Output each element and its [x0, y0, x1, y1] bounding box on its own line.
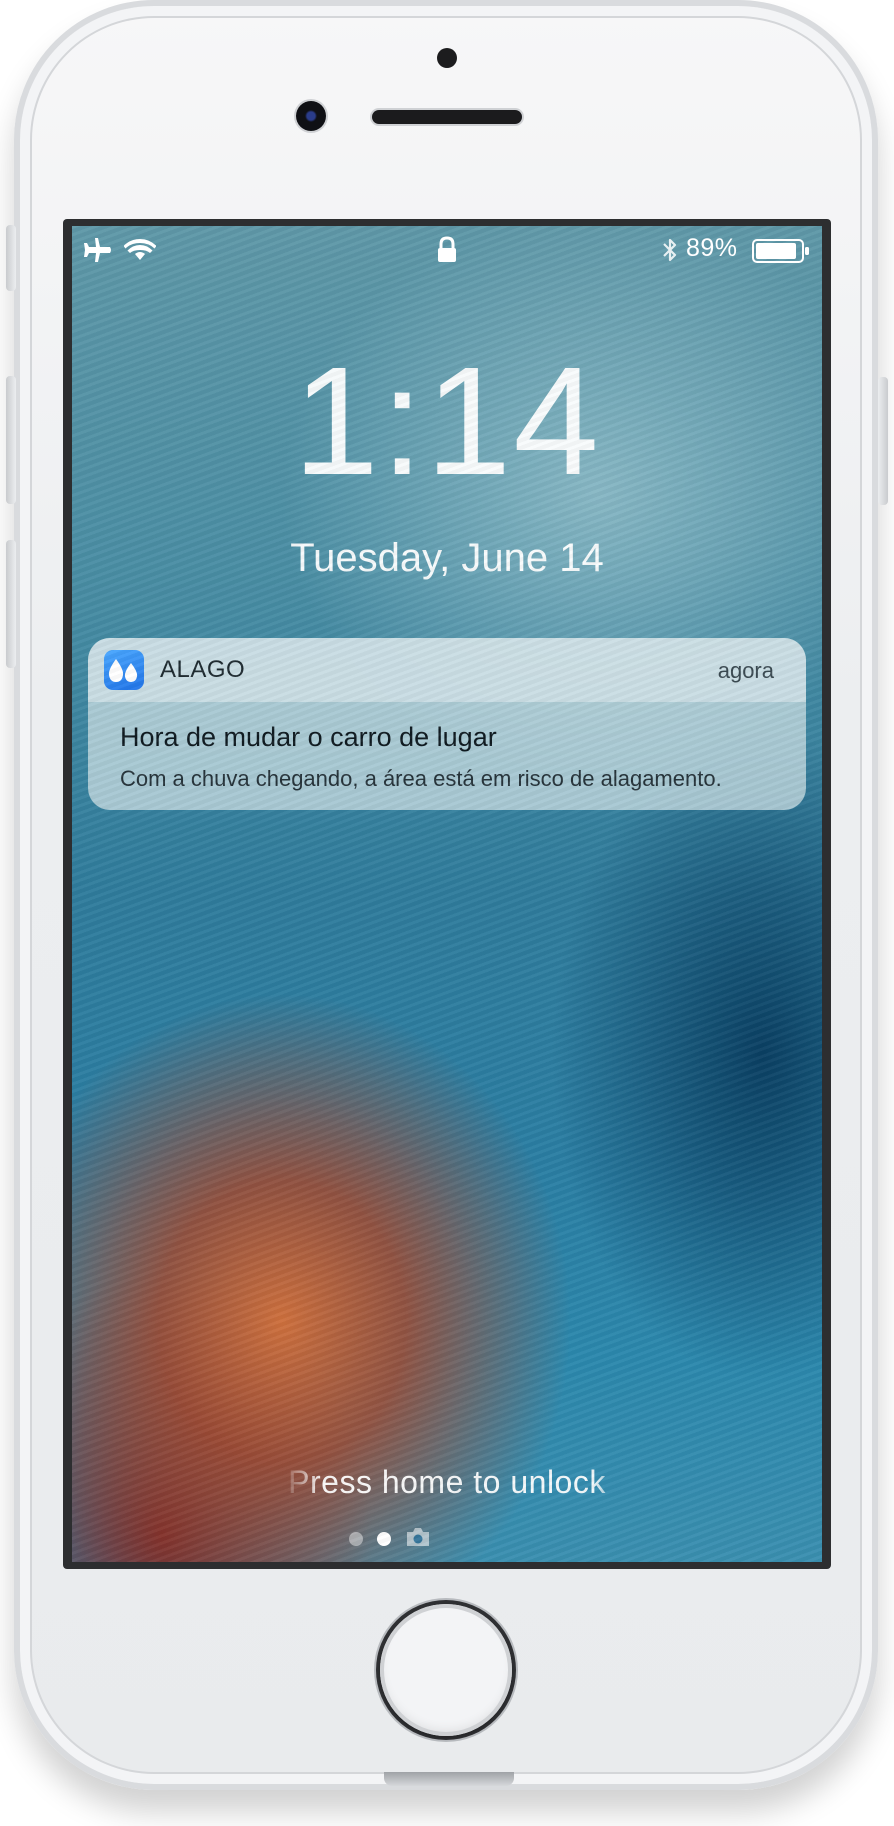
notification-app-name: ALAGO — [160, 656, 246, 683]
battery-icon — [752, 239, 809, 263]
proximity-sensor — [437, 48, 457, 68]
bottom-port — [384, 1772, 514, 1786]
lock-screen[interactable]: 89% 1:14 Tuesday, June 14 ALAGO agora Ho… — [72, 226, 822, 1562]
battery-percent: 89% — [686, 234, 738, 262]
home-button[interactable] — [380, 1604, 512, 1736]
front-camera — [296, 101, 326, 131]
page-dot — [349, 1532, 363, 1546]
airplane-icon — [84, 238, 111, 262]
status-bar: 89% — [72, 226, 822, 270]
notification-card[interactable]: ALAGO agora Hora de mudar o carro de lug… — [88, 638, 806, 810]
volume-up-button — [6, 376, 16, 504]
lock-screen-date: Tuesday, June 14 — [290, 536, 604, 580]
wifi-icon — [124, 239, 156, 260]
unlock-hint: Press home to unlock — [288, 1464, 606, 1500]
camera-icon[interactable] — [405, 1526, 431, 1548]
mute-switch — [6, 225, 16, 291]
notification-title: Hora de mudar o carro de lugar — [120, 722, 497, 752]
earpiece-speaker — [372, 110, 522, 124]
lock-screen-time: 1:14 — [293, 335, 601, 507]
notification-body: Com a chuva chegando, a área está em ris… — [120, 766, 722, 791]
lock-icon — [438, 236, 456, 262]
page-dot-active — [377, 1532, 391, 1546]
volume-down-button — [6, 540, 16, 668]
power-button — [878, 377, 888, 505]
water-drops-icon — [104, 650, 144, 690]
bluetooth-icon — [663, 238, 677, 262]
notification-time: agora — [717, 658, 774, 683]
